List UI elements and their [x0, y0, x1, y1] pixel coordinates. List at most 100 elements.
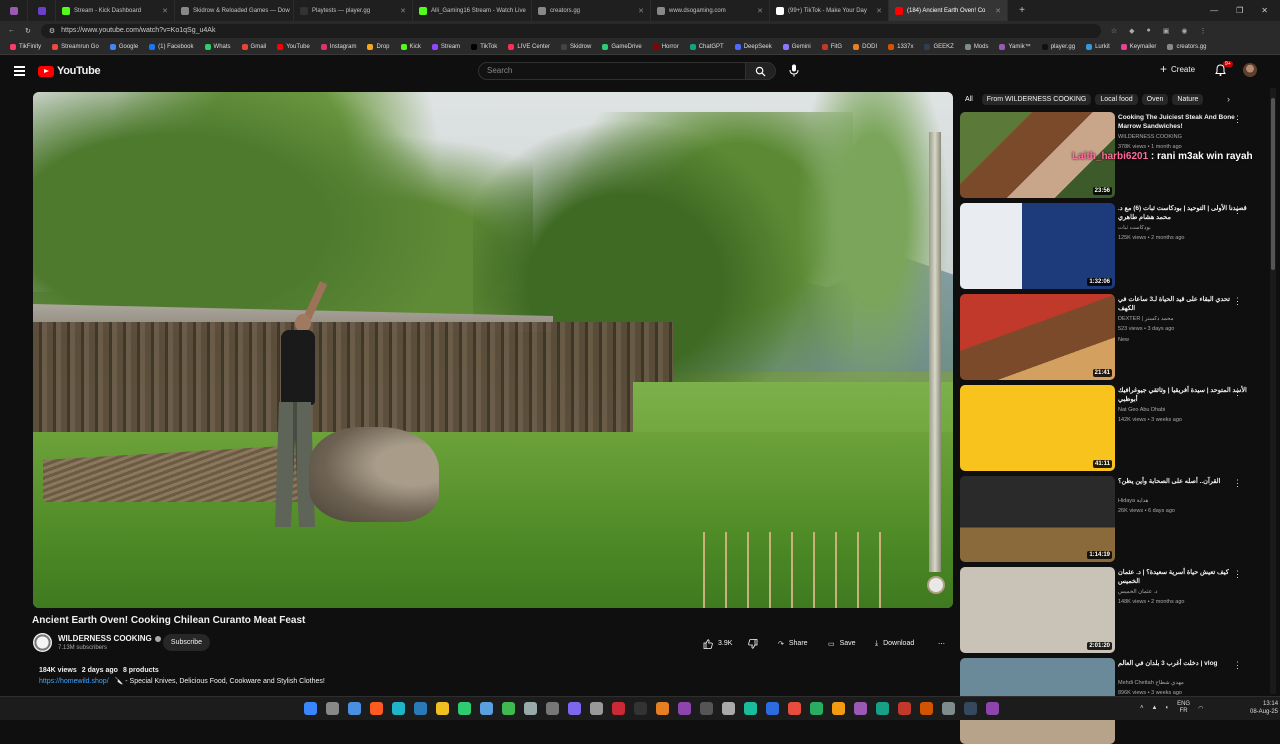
tray-chevron-icon[interactable]: ˄	[1140, 705, 1144, 711]
chip-all[interactable]: All	[960, 94, 978, 105]
tab-pinned-1[interactable]	[0, 0, 28, 21]
new-tab-button[interactable]: +	[1008, 0, 1036, 21]
create-button[interactable]: +Create	[1160, 64, 1195, 74]
language-indicator[interactable]: ENGFR	[1177, 701, 1190, 715]
search-button[interactable]	[746, 62, 776, 80]
bookmark-mods[interactable]: Mods	[961, 44, 993, 50]
bookmark-1-facebook[interactable]: (1) Facebook	[145, 44, 197, 50]
brave-icon[interactable]	[370, 702, 383, 715]
bookmark-drop[interactable]: Drop	[363, 44, 393, 50]
app-icon[interactable]	[656, 702, 669, 715]
nvidia-icon[interactable]	[458, 702, 471, 715]
back-icon[interactable]: ←	[8, 27, 15, 34]
tray-app-icon[interactable]: ◐	[1165, 705, 1169, 711]
bookmark-gmail[interactable]: Gmail	[238, 44, 271, 50]
chip-from-channel[interactable]: From WILDERNESS COOKING	[982, 94, 1092, 105]
more-options-icon[interactable]: ⋮	[1233, 478, 1242, 489]
tab-alli-gaming[interactable]: Alli_Gaming16 Stream - Watch Live✕	[413, 0, 532, 21]
search-input[interactable]: Search	[478, 62, 746, 80]
recommendation-item[interactable]: 41:11الأسد المتوحد | سيدة أفريقيا | وثائ…	[960, 385, 1270, 471]
channel-avatar[interactable]	[33, 633, 52, 652]
close-icon[interactable]: ✕	[876, 7, 882, 15]
bookmark-kick[interactable]: Kick	[397, 44, 425, 50]
bookmark-lurkit[interactable]: Lurkit	[1082, 44, 1114, 50]
bookmark-horror[interactable]: Horror	[649, 44, 683, 50]
app-icon[interactable]	[942, 702, 955, 715]
account-avatar[interactable]	[1243, 63, 1257, 77]
like-button[interactable]: 3.9K	[697, 635, 738, 652]
bookmark-whats[interactable]: Whats	[201, 44, 235, 50]
app-icon[interactable]	[920, 702, 933, 715]
dislike-button[interactable]	[742, 635, 764, 652]
more-options-icon[interactable]: ⋮	[1233, 387, 1242, 398]
save-button[interactable]: ▭ Save	[822, 635, 862, 652]
scrollbar-thumb[interactable]	[1271, 98, 1275, 270]
close-icon[interactable]: ✕	[995, 7, 1001, 15]
recommendation-item[interactable]: 21:41تحدي البقاء على قيد الحياة لـ3 ساعا…	[960, 294, 1270, 380]
recommendation-item[interactable]: 1:14:19القرآن.. أصله على الصحابة وأين يظ…	[960, 476, 1270, 562]
tab-kick-dashboard[interactable]: Stream - Kick Dashboard✕	[56, 0, 175, 21]
video-thumbnail[interactable]: 21:41	[960, 294, 1115, 380]
chip-oven[interactable]: Oven	[1142, 94, 1169, 105]
site-info-icon[interactable]: ⚙	[49, 27, 55, 35]
youtube-logo[interactable]: YouTube	[38, 65, 100, 77]
bookmark-gamedrive[interactable]: GameDrive	[598, 44, 645, 50]
more-options-icon[interactable]: ⋮	[1233, 114, 1242, 125]
chip-local-food[interactable]: Local food	[1095, 94, 1137, 105]
bookmark-stream[interactable]: Stream	[428, 44, 464, 50]
close-icon[interactable]: ✕	[162, 7, 168, 15]
bookmark-google[interactable]: Google	[106, 44, 142, 50]
bookmark-keymailer[interactable]: Keymailer	[1117, 44, 1161, 50]
tray-app-icon[interactable]: ▲	[1152, 705, 1158, 711]
browser-icon[interactable]	[392, 702, 405, 715]
tab-creators[interactable]: creators.gg✕	[532, 0, 651, 21]
bookmark-instagram[interactable]: Instagram	[317, 44, 361, 50]
search-icon[interactable]	[326, 702, 339, 715]
video-thumbnail[interactable]: 41:11	[960, 385, 1115, 471]
windows-start-icon[interactable]	[304, 702, 317, 715]
chrome-icon[interactable]	[348, 702, 361, 715]
puzzle-icon[interactable]: ▣	[1163, 27, 1170, 35]
channel-name[interactable]: WILDERNESS COOKING	[58, 634, 161, 643]
menu-icon[interactable]	[14, 66, 25, 78]
discord-icon[interactable]	[568, 702, 581, 715]
video-thumbnail[interactable]: 1:14:19	[960, 476, 1115, 562]
extension-icon[interactable]: ◆	[1129, 27, 1134, 35]
bookmark-geekz[interactable]: GEEKZ	[920, 44, 957, 50]
download-button[interactable]: ⤓ Download	[869, 635, 920, 652]
bookmark-skidrow[interactable]: Skidrow	[557, 44, 595, 50]
video-player[interactable]	[33, 92, 953, 608]
file-explorer-icon[interactable]	[436, 702, 449, 715]
app-icon[interactable]	[788, 702, 801, 715]
bookmark-player-gg[interactable]: player.gg	[1038, 44, 1079, 50]
app-icon[interactable]	[898, 702, 911, 715]
close-window-icon[interactable]: ✕	[1261, 6, 1268, 15]
app-icon[interactable]	[700, 702, 713, 715]
tab-tiktok[interactable]: (99+) TikTok - Make Your Day✕	[770, 0, 889, 21]
app-icon[interactable]	[524, 702, 537, 715]
app-icon[interactable]	[810, 702, 823, 715]
reload-icon[interactable]: ↻	[25, 27, 31, 35]
video-thumbnail[interactable]: 1:32:06	[960, 203, 1115, 289]
network-icon[interactable]: ◠	[1198, 705, 1203, 712]
more-options-icon[interactable]: ⋮	[1233, 660, 1242, 671]
bookmark-1337x[interactable]: 1337x	[884, 44, 917, 50]
tab-dsogaming[interactable]: www.dsogaming.com✕	[651, 0, 770, 21]
more-options-icon[interactable]: ⋮	[1233, 569, 1242, 580]
chip-nature[interactable]: Nature	[1172, 94, 1203, 105]
tab-skidrow[interactable]: Skidrow & Reloaded Games — Dow✕	[175, 0, 294, 21]
video-thumbnail[interactable]: 2:01:20	[960, 567, 1115, 653]
tab-youtube-active[interactable]: (184) Ancient Earth Oven! Co✕	[889, 0, 1008, 21]
close-icon[interactable]: ✕	[757, 7, 763, 15]
chevron-right-icon[interactable]: ›	[1227, 94, 1270, 104]
tab-pinned-2[interactable]	[28, 0, 56, 21]
bookmark-tiktok[interactable]: TikTok	[467, 44, 501, 50]
menu-icon[interactable]: ⋮	[1200, 27, 1207, 35]
bookmark-streamrun-go[interactable]: Streamrun Go	[48, 44, 103, 50]
video-description[interactable]: 184K views 2 days ago 8 products https:/…	[33, 661, 953, 695]
app-icon[interactable]	[678, 702, 691, 715]
recommendation-item[interactable]: 1:32:06قصيدنا الأولى | التوحيد | بودكاست…	[960, 203, 1270, 289]
profile-icon[interactable]: ◉	[1181, 27, 1187, 35]
xbox-icon[interactable]	[502, 702, 515, 715]
app-icon[interactable]	[986, 702, 999, 715]
